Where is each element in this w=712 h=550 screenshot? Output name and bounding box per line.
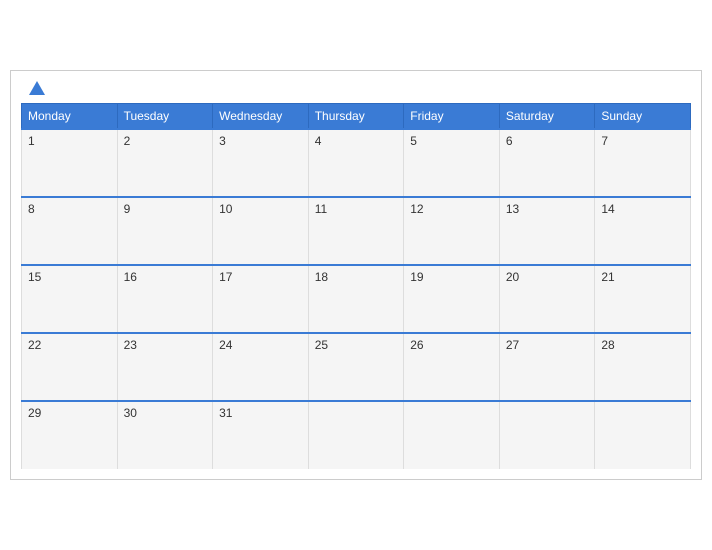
calendar-day-1: 1 — [22, 129, 118, 197]
day-number: 5 — [410, 134, 417, 148]
day-number: 12 — [410, 202, 423, 216]
day-number: 29 — [28, 406, 41, 420]
calendar-day-21: 21 — [595, 265, 691, 333]
calendar-day-10: 10 — [213, 197, 309, 265]
calendar-day-28: 28 — [595, 333, 691, 401]
day-header-thursday: Thursday — [308, 104, 404, 130]
day-header-sunday: Sunday — [595, 104, 691, 130]
calendar-day-3: 3 — [213, 129, 309, 197]
day-number: 18 — [315, 270, 328, 284]
day-number: 24 — [219, 338, 232, 352]
calendar-day-22: 22 — [22, 333, 118, 401]
day-number: 7 — [601, 134, 608, 148]
calendar-day-8: 8 — [22, 197, 118, 265]
logo-triangle-icon — [29, 81, 45, 95]
calendar-day-13: 13 — [499, 197, 595, 265]
day-number: 9 — [124, 202, 131, 216]
calendar-day-14: 14 — [595, 197, 691, 265]
calendar-day-12: 12 — [404, 197, 500, 265]
day-number: 11 — [315, 202, 327, 216]
day-number: 2 — [124, 134, 131, 148]
calendar-day-29: 29 — [22, 401, 118, 469]
day-number: 28 — [601, 338, 614, 352]
calendar-day-empty — [595, 401, 691, 469]
day-number: 31 — [219, 406, 232, 420]
calendar-day-25: 25 — [308, 333, 404, 401]
calendar-day-11: 11 — [308, 197, 404, 265]
calendar-day-empty — [404, 401, 500, 469]
day-header-monday: Monday — [22, 104, 118, 130]
calendar-week-row: 1 2 3 4 5 6 7 — [22, 129, 691, 197]
calendar-day-30: 30 — [117, 401, 213, 469]
calendar-day-empty — [499, 401, 595, 469]
calendar-day-16: 16 — [117, 265, 213, 333]
calendar-day-27: 27 — [499, 333, 595, 401]
day-number: 14 — [601, 202, 614, 216]
day-header-tuesday: Tuesday — [117, 104, 213, 130]
day-number: 30 — [124, 406, 137, 420]
day-header-friday: Friday — [404, 104, 500, 130]
calendar-body: 1234567891011121314151617181920212223242… — [22, 129, 691, 469]
day-number: 23 — [124, 338, 137, 352]
calendar-day-24: 24 — [213, 333, 309, 401]
day-number: 3 — [219, 134, 226, 148]
day-number: 20 — [506, 270, 519, 284]
day-number: 15 — [28, 270, 41, 284]
calendar-day-18: 18 — [308, 265, 404, 333]
calendar-header — [21, 81, 691, 95]
day-number: 25 — [315, 338, 328, 352]
calendar-day-20: 20 — [499, 265, 595, 333]
day-number: 1 — [28, 134, 35, 148]
day-number: 17 — [219, 270, 232, 284]
day-number: 26 — [410, 338, 423, 352]
day-number: 27 — [506, 338, 519, 352]
day-number: 10 — [219, 202, 232, 216]
calendar-day-7: 7 — [595, 129, 691, 197]
calendar-day-19: 19 — [404, 265, 500, 333]
days-header-row: MondayTuesdayWednesdayThursdayFridaySatu… — [22, 104, 691, 130]
calendar-day-23: 23 — [117, 333, 213, 401]
logo — [25, 81, 45, 95]
calendar-day-15: 15 — [22, 265, 118, 333]
day-number: 13 — [506, 202, 519, 216]
calendar-thead: MondayTuesdayWednesdayThursdayFridaySatu… — [22, 104, 691, 130]
day-number: 6 — [506, 134, 513, 148]
calendar-day-empty — [308, 401, 404, 469]
calendar-day-2: 2 — [117, 129, 213, 197]
calendar-day-17: 17 — [213, 265, 309, 333]
calendar-week-row: 22 23 24 25 26 27 28 — [22, 333, 691, 401]
calendar-table: MondayTuesdayWednesdayThursdayFridaySatu… — [21, 103, 691, 469]
calendar-day-6: 6 — [499, 129, 595, 197]
day-header-wednesday: Wednesday — [213, 104, 309, 130]
calendar-week-row: 8 9 10 11 12 13 14 — [22, 197, 691, 265]
day-header-saturday: Saturday — [499, 104, 595, 130]
calendar-day-9: 9 — [117, 197, 213, 265]
day-number: 4 — [315, 134, 322, 148]
calendar-container: MondayTuesdayWednesdayThursdayFridaySatu… — [10, 70, 702, 480]
day-number: 8 — [28, 202, 35, 216]
calendar-day-31: 31 — [213, 401, 309, 469]
day-number: 16 — [124, 270, 137, 284]
calendar-day-4: 4 — [308, 129, 404, 197]
calendar-week-row: 15 16 17 18 19 20 21 — [22, 265, 691, 333]
day-number: 19 — [410, 270, 423, 284]
calendar-week-row: 29 30 31 — [22, 401, 691, 469]
calendar-day-26: 26 — [404, 333, 500, 401]
day-number: 22 — [28, 338, 41, 352]
calendar-day-5: 5 — [404, 129, 500, 197]
day-number: 21 — [601, 270, 614, 284]
